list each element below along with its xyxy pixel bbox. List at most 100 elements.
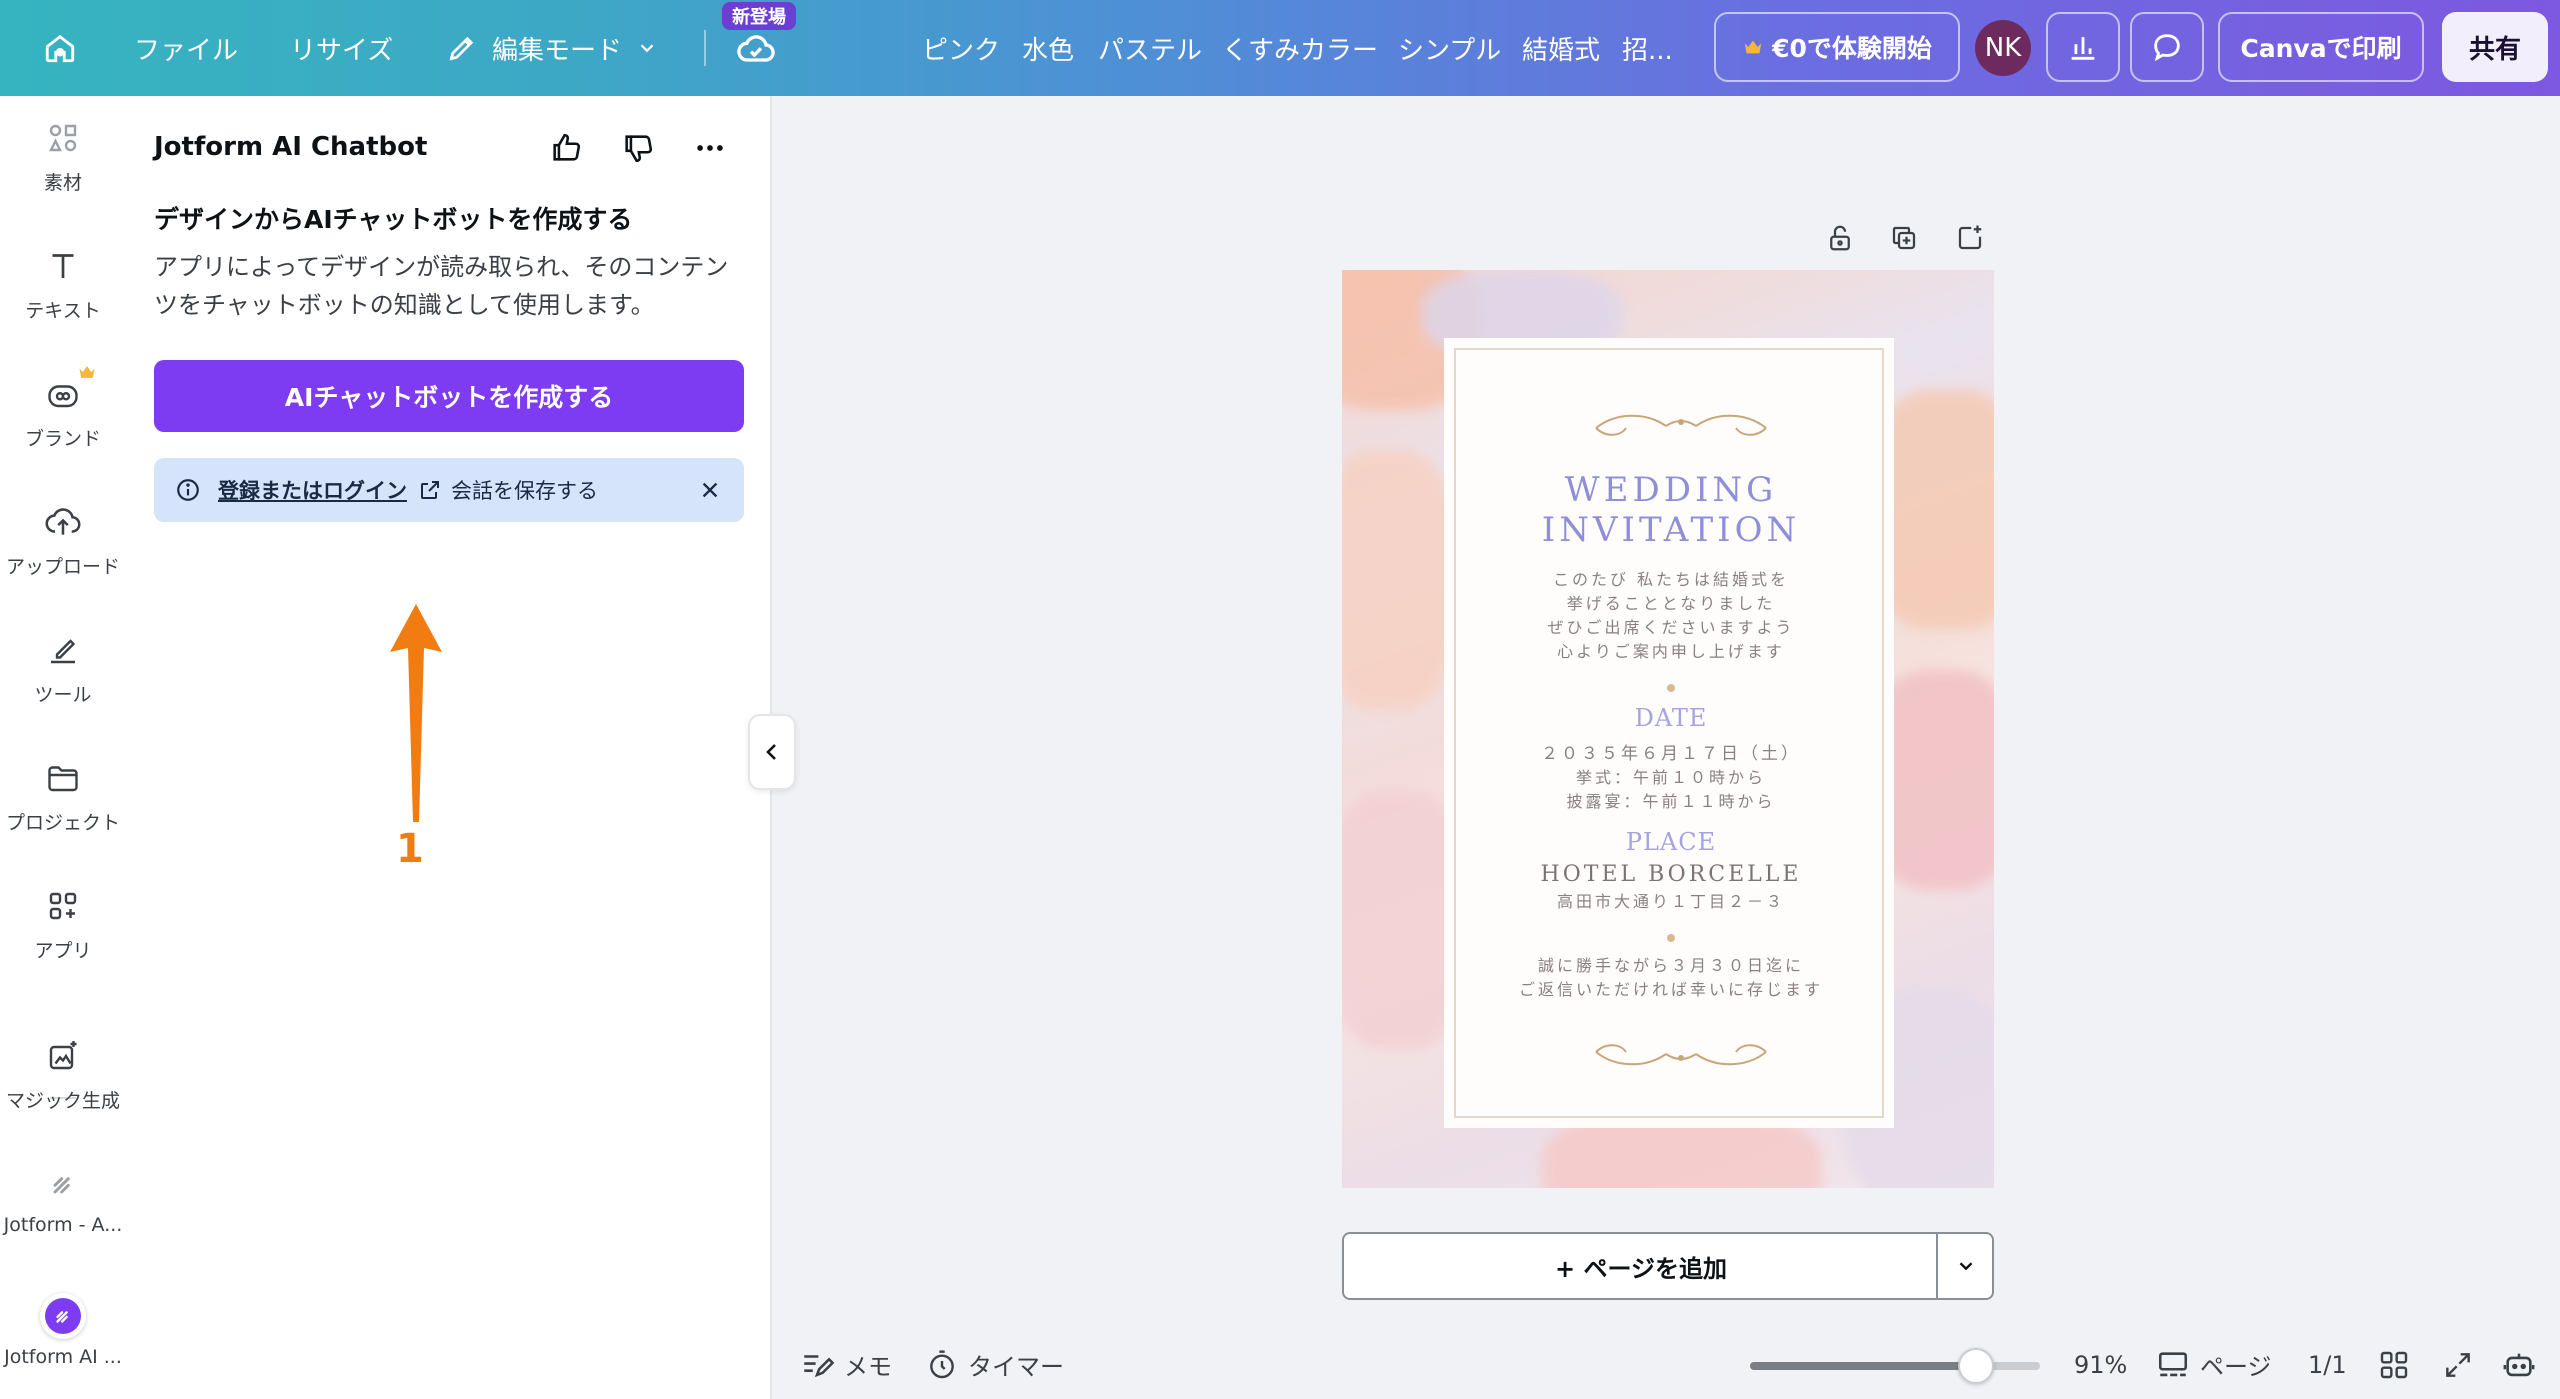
- zoom-slider-handle[interactable]: [1958, 1348, 1995, 1384]
- assistant-button[interactable]: [2502, 1330, 2536, 1399]
- place-heading: PLACE: [1625, 828, 1717, 856]
- rail-item-magic[interactable]: マジック生成: [0, 1032, 126, 1113]
- rail-item-jotform-a[interactable]: Jotform - A...: [0, 1160, 126, 1236]
- comments-button[interactable]: [2130, 12, 2204, 82]
- invitation-card[interactable]: WEDDING INVITATION このたび 私たちは結婚式を 挙げることとな…: [1444, 338, 1894, 1128]
- login-link[interactable]: 登録またはログイン: [218, 475, 407, 505]
- rail-item-tools[interactable]: ツール: [0, 626, 126, 707]
- rail-item-text[interactable]: テキスト: [0, 242, 126, 323]
- pages-button[interactable]: ページ: [2156, 1330, 2272, 1399]
- tag-invitation[interactable]: 招...: [1622, 0, 1673, 96]
- crown-icon: [79, 366, 95, 378]
- tag-wedding[interactable]: 結婚式: [1522, 0, 1600, 96]
- rail-label-magic: マジック生成: [5, 1090, 120, 1112]
- add-page-top-button[interactable]: [1950, 218, 1990, 258]
- elements-icon: [39, 114, 87, 162]
- zoom-level[interactable]: 91%: [2074, 1330, 2127, 1399]
- chevron-down-icon: [640, 44, 654, 53]
- notes-button[interactable]: メモ: [800, 1330, 892, 1399]
- cloud-save-button[interactable]: [730, 24, 782, 76]
- rail-item-jotform-ai[interactable]: Jotform AI ...: [0, 1292, 126, 1368]
- rail-label-jotform-a: Jotform - A...: [3, 1214, 123, 1236]
- pencil-icon: [449, 36, 474, 61]
- zoom-slider[interactable]: [1750, 1362, 2040, 1370]
- folder-icon: [39, 754, 87, 802]
- assistant-icon: [2503, 1353, 2535, 1376]
- add-page-options-button[interactable]: [1938, 1234, 1994, 1298]
- avatar[interactable]: NK: [1975, 20, 2031, 76]
- home-button[interactable]: [34, 22, 86, 74]
- trial-label: €0で体験開始: [1772, 34, 1932, 63]
- bottom-bar: メモ タイマー 91% ページ 1/1: [772, 1330, 2560, 1399]
- rail-item-projects[interactable]: プロジェクト: [0, 754, 126, 835]
- timer-label: タイマー: [968, 1353, 1064, 1381]
- left-rail: 素材 テキスト ブランド アップロード ツール プロジェクト アプリ マジック生…: [0, 96, 126, 1399]
- pages-label: ページ: [2200, 1353, 2272, 1381]
- duplicate-page-button[interactable]: [1884, 218, 1924, 258]
- title-invitation: INVITATION: [1541, 510, 1801, 550]
- create-chatbot-button[interactable]: AIチャットボットを作成する: [154, 360, 744, 432]
- thumbs-up-icon: [553, 133, 581, 161]
- magic-icon: [39, 1032, 87, 1080]
- login-notice: 登録またはログイン 会話を保存する: [154, 458, 744, 522]
- add-page-control: + ページを追加: [1342, 1232, 1994, 1300]
- tag-light-blue[interactable]: 水色: [1022, 0, 1074, 96]
- date-heading: DATE: [1634, 704, 1708, 732]
- close-notice-button[interactable]: [696, 476, 724, 504]
- title-wedding: WEDDING: [1564, 470, 1778, 510]
- upload-icon: [39, 498, 87, 546]
- apps-icon: [39, 882, 87, 930]
- close-icon: [702, 482, 718, 498]
- file-menu[interactable]: ファイル: [134, 0, 238, 96]
- tools-icon: [39, 626, 87, 674]
- closing-line-1: 誠に勝手ながら３月３０日迄に: [1537, 956, 1804, 975]
- lock-button[interactable]: [1820, 218, 1860, 258]
- ornament-bottom-icon: [1595, 1044, 1767, 1066]
- rail-label-jotform-ai: Jotform AI ...: [4, 1346, 122, 1368]
- rail-item-brand[interactable]: ブランド: [0, 366, 126, 451]
- rail-item-upload[interactable]: アップロード: [0, 498, 126, 579]
- card-border: WEDDING INVITATION このたび 私たちは結婚式を 挙げることとな…: [1454, 348, 1884, 1118]
- add-page-button[interactable]: + ページを追加: [1344, 1234, 1938, 1298]
- grid-view-button[interactable]: [2378, 1330, 2410, 1399]
- tag-pastel[interactable]: パステル: [1098, 0, 1202, 96]
- print-button[interactable]: Canvaで印刷: [2218, 12, 2424, 82]
- rail-item-elements[interactable]: 素材: [0, 114, 126, 195]
- edit-mode-menu[interactable]: 編集モード: [446, 0, 658, 96]
- notes-icon: [804, 1354, 834, 1377]
- text-icon: [39, 242, 87, 290]
- fullscreen-button[interactable]: [2442, 1330, 2474, 1399]
- cloud-check-icon: [737, 35, 775, 62]
- insights-button[interactable]: [2046, 12, 2120, 82]
- thumbs-up-button[interactable]: [542, 124, 590, 172]
- thumbs-down-button[interactable]: [614, 124, 662, 172]
- collapse-panel-button[interactable]: [748, 714, 796, 790]
- rail-label-tools: ツール: [34, 684, 92, 706]
- more-options-button[interactable]: [686, 124, 734, 172]
- share-button[interactable]: 共有: [2442, 12, 2548, 82]
- resize-menu[interactable]: リサイズ: [290, 0, 393, 96]
- expand-icon: [2446, 1352, 2470, 1377]
- panel-description: アプリによってデザインが読み取られ、そのコンテンツをチャットボットの知識として使…: [154, 253, 729, 319]
- info-icon: [174, 476, 202, 504]
- start-trial-button[interactable]: €0で体験開始: [1714, 12, 1960, 82]
- more-icon: [697, 145, 723, 151]
- timer-button[interactable]: タイマー: [926, 1330, 1064, 1399]
- notice-text: 会話を保存する: [451, 479, 598, 503]
- intro-line-3: ぜひご出席くださいますよう: [1547, 618, 1795, 637]
- jotform-icon: [39, 1160, 87, 1208]
- external-link-icon: [417, 477, 443, 503]
- annotation-arrow: [390, 604, 442, 822]
- tag-dusty-color[interactable]: くすみカラー: [1222, 0, 1378, 96]
- intro-line-1: このたび 私たちは結婚式を: [1552, 570, 1790, 589]
- tag-simple[interactable]: シンプル: [1398, 0, 1501, 96]
- timer-icon: [930, 1349, 954, 1378]
- pages-icon: [2158, 1351, 2188, 1376]
- date-line-1: ２０３５年６月１７日（土）: [1541, 744, 1801, 764]
- divider-dot: [1667, 934, 1675, 942]
- tag-pink[interactable]: ピンク: [922, 0, 1000, 96]
- notes-label: メモ: [844, 1353, 892, 1381]
- closing-line-2: ご返信いただければ幸いに存じます: [1518, 980, 1823, 999]
- rail-item-apps[interactable]: アプリ: [0, 882, 126, 963]
- design-page[interactable]: WEDDING INVITATION このたび 私たちは結婚式を 挙げることとな…: [1342, 270, 1994, 1188]
